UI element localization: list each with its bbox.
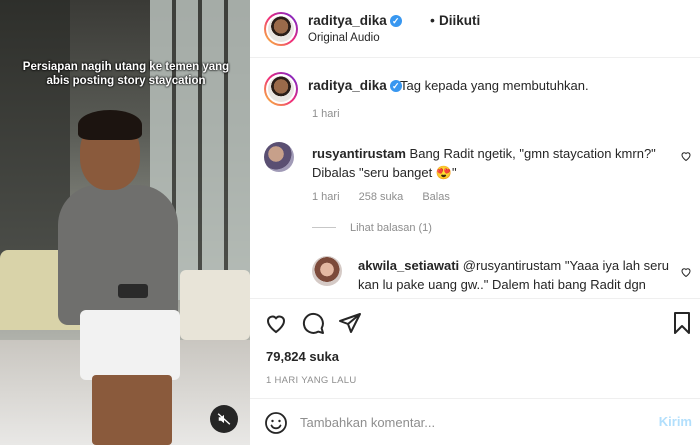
caption-time[interactable]: 1 hari bbox=[312, 108, 340, 120]
comment-avatar[interactable] bbox=[264, 142, 294, 172]
follow-status-button[interactable]: Diikuti bbox=[439, 13, 480, 28]
post-actions: 79,824 suka 1 HARI YANG LALU bbox=[250, 298, 700, 398]
reply-button[interactable]: Balas bbox=[422, 191, 450, 203]
comment-username[interactable]: rusyantirustam bbox=[312, 146, 406, 161]
video-caption: Persiapan nagih utang ke temen yang abis… bbox=[22, 61, 230, 87]
post-timestamp[interactable]: 1 HARI YANG LALU bbox=[266, 375, 357, 386]
video-phone bbox=[118, 284, 148, 298]
mute-button[interactable] bbox=[210, 405, 238, 433]
heart-icon[interactable] bbox=[680, 266, 692, 278]
audio-link[interactable]: Original Audio bbox=[308, 32, 380, 44]
avatar[interactable] bbox=[264, 12, 298, 46]
post-comment-button[interactable]: Kirim bbox=[659, 414, 692, 429]
header-username[interactable]: raditya_dika ✓ bbox=[308, 13, 402, 28]
heart-icon[interactable] bbox=[264, 311, 288, 335]
comment-time[interactable]: 1 hari bbox=[312, 191, 340, 203]
video-player[interactable]: Persiapan nagih utang ke temen yang abis… bbox=[0, 0, 250, 445]
verified-badge-icon: ✓ bbox=[389, 15, 402, 27]
emoji-icon[interactable] bbox=[264, 411, 288, 435]
heart-icon[interactable] bbox=[680, 150, 692, 162]
comment-likes[interactable]: 258 suka bbox=[359, 191, 404, 203]
reply-avatar[interactable] bbox=[312, 256, 342, 286]
comment-text: rusyantirustam Bang Radit ngetik, "gmn s… bbox=[312, 144, 672, 182]
bookmark-icon[interactable] bbox=[670, 311, 694, 335]
comment-icon[interactable] bbox=[301, 311, 325, 335]
add-comment-bar: Kirim bbox=[250, 398, 700, 445]
caption-text: Tag kepada yang membutuhkan. bbox=[400, 78, 589, 93]
comment-meta: 1 hari 258 suka Balas bbox=[312, 191, 466, 203]
header-separator: • bbox=[430, 12, 435, 28]
replies-divider bbox=[312, 227, 336, 228]
reply-text: akwila_setiawati @rusyantirustam "Yaaa i… bbox=[358, 256, 676, 294]
caption-avatar[interactable] bbox=[264, 72, 298, 106]
video-person-shorts bbox=[80, 310, 180, 380]
speaker-muted-icon bbox=[217, 413, 231, 425]
video-person-body bbox=[58, 185, 178, 325]
caption-username[interactable]: raditya_dika ✓ bbox=[308, 78, 402, 93]
video-person-hair bbox=[78, 110, 142, 140]
post-header: raditya_dika ✓ • Diikuti Original Audio bbox=[250, 0, 700, 58]
view-replies-button[interactable]: Lihat balasan (1) bbox=[312, 222, 432, 234]
video-person-legs bbox=[92, 375, 172, 445]
reply-username[interactable]: akwila_setiawati bbox=[358, 258, 459, 273]
video-armchair bbox=[180, 270, 250, 340]
share-icon[interactable] bbox=[338, 311, 362, 335]
likes-count[interactable]: 79,824 suka bbox=[266, 349, 339, 364]
comment-input[interactable] bbox=[300, 409, 640, 435]
post-panel: raditya_dika ✓ • Diikuti Original Audio r… bbox=[250, 0, 700, 445]
comments-list[interactable]: raditya_dika ✓ Tag kepada yang membutuhka… bbox=[250, 58, 700, 298]
